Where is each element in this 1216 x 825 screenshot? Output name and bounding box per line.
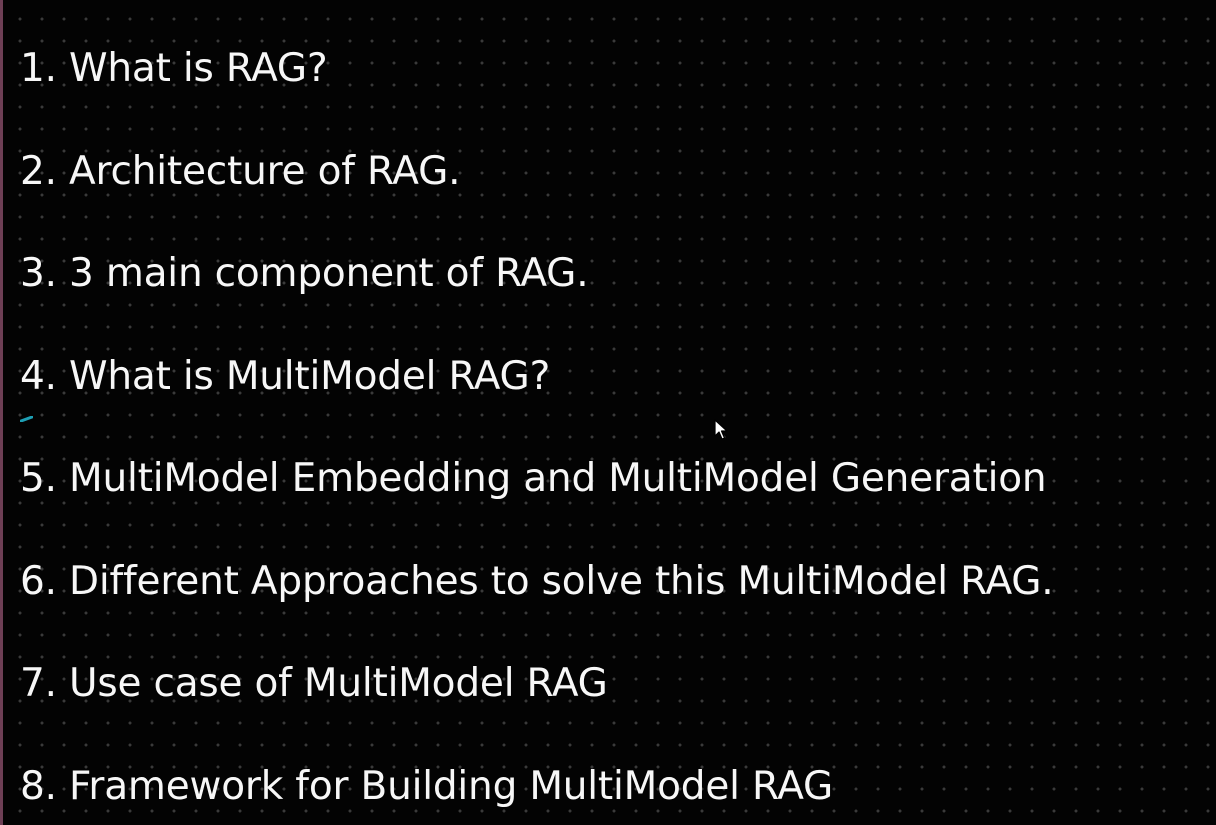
pen-ink-mark-icon bbox=[20, 416, 33, 422]
left-edge-line bbox=[0, 0, 3, 825]
agenda-item-8: 8. Framework for Building MultiModel RAG bbox=[20, 763, 834, 809]
whiteboard-canvas[interactable]: 1. What is RAG? 2. Architecture of RAG. … bbox=[0, 0, 1216, 825]
agenda-item-1: 1. What is RAG? bbox=[20, 46, 328, 91]
agenda-item-2: 2. Architecture of RAG. bbox=[20, 148, 461, 194]
agenda-item-4: 4. What is MultiModel RAG? bbox=[20, 353, 551, 399]
agenda-item-5: 5. MultiModel Embedding and MultiModel G… bbox=[20, 456, 1047, 501]
agenda-item-3: 3. 3 main component of RAG. bbox=[20, 251, 589, 296]
agenda-item-6: 6. Different Approaches to solve this Mu… bbox=[20, 558, 1054, 604]
mouse-pointer-icon bbox=[714, 419, 728, 440]
agenda-item-7: 7. Use case of MultiModel RAG bbox=[20, 661, 608, 706]
agenda-list: 1. What is RAG? 2. Architecture of RAG. … bbox=[20, 38, 1054, 818]
